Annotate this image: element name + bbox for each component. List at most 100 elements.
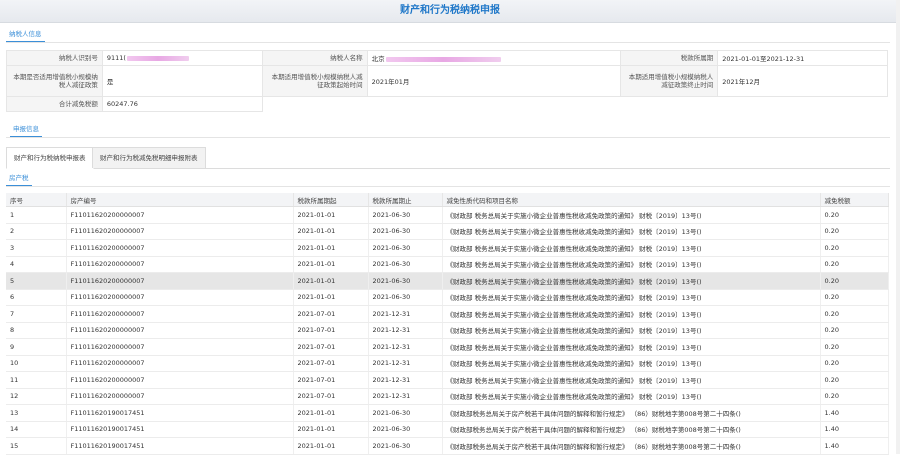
cell-period-end: 2021-06-30 xyxy=(368,256,443,273)
cell-seq: 13 xyxy=(6,404,67,422)
cell-relief-amount: 1.40 xyxy=(820,437,889,455)
cell-relief-amount: 0.20 xyxy=(820,206,889,224)
section-tab-taxpayer-info[interactable]: 纳税人信息 xyxy=(6,27,45,42)
section-divider xyxy=(6,137,890,138)
cell-property-id: F11011620190017451 xyxy=(66,404,294,422)
cell-relief-code: 《财政部 税务总局关于实施小微企业普惠性税收减免政策的通知》 财税〔2019〕1… xyxy=(442,338,821,356)
cell-relief-amount: 0.20 xyxy=(820,388,889,405)
cell-period-start: 2021-01-01 xyxy=(293,289,369,306)
col-header-seq[interactable]: 序号 xyxy=(6,193,67,207)
taxpayer-name-value: 北京 xyxy=(366,50,622,66)
cell-relief-amount: 0.20 xyxy=(820,272,889,290)
cell-period-end: 2021-06-30 xyxy=(368,404,443,422)
cell-relief-code: 《财政部税务总局关于房产税若干具体问题的解释和暂行规定》 （86）财税地字第00… xyxy=(442,404,821,422)
col-header-property-id[interactable]: 房产编号 xyxy=(66,193,294,207)
total-relief-label: 合计减免税额 xyxy=(6,96,103,112)
cell-relief-code: 《财政部 税务总局关于实施小微企业普惠性税收减免政策的通知》 财税〔2019〕1… xyxy=(442,322,821,339)
relief-detail-table: 序号 房产编号 税款所属期起 税款所属期止 减免性质代码和项目名称 减免税额 1… xyxy=(6,193,889,455)
taxpayer-info-form: 纳税人识别号 9111( 纳税人名称 北京 税款所属期 2021-01-01至2… xyxy=(6,50,888,112)
cell-property-id: F11011620200000007 xyxy=(66,289,294,306)
small-scale-policy-value: 是 xyxy=(101,65,263,97)
table-row[interactable]: 2 F11011620200000007 2021-01-01 2021-06-30 《… xyxy=(6,223,889,240)
cell-seq: 9 xyxy=(6,338,67,356)
cell-property-id: F11011620200000007 xyxy=(66,371,294,389)
cell-period-start: 2021-07-01 xyxy=(293,338,369,356)
table-row[interactable]: 6 F11011620200000007 2021-01-01 2021-06-30 《… xyxy=(6,289,889,306)
cell-seq: 6 xyxy=(6,289,67,306)
cell-relief-amount: 0.20 xyxy=(820,355,889,372)
cell-relief-amount: 0.20 xyxy=(820,239,889,257)
cell-period-end: 2021-06-30 xyxy=(368,239,443,257)
cell-relief-code: 《财政部 税务总局关于实施小微企业普惠性税收减免政策的通知》 财税〔2019〕1… xyxy=(442,355,821,372)
cell-property-id: F11011620200000007 xyxy=(66,206,294,224)
cell-relief-code: 《财政部 税务总局关于实施小微企业普惠性税收减免政策的通知》 财税〔2019〕1… xyxy=(442,305,821,323)
cell-relief-code: 《财政部 税务总局关于实施小微企业普惠性税收减免政策的通知》 财税〔2019〕1… xyxy=(442,206,821,224)
section-divider xyxy=(6,186,890,187)
table-row[interactable]: 12 F11011620200000007 2021-07-01 2021-12-31… xyxy=(6,388,889,405)
cell-period-end: 2021-06-30 xyxy=(368,206,443,224)
taxpayer-id-label: 纳税人识别号 xyxy=(6,50,103,66)
table-row[interactable]: 8 F11011620200000007 2021-07-01 2021-12-31 《… xyxy=(6,322,889,339)
cell-period-start: 2021-07-01 xyxy=(293,388,369,405)
cell-property-id: F11011620200000007 xyxy=(66,388,294,405)
table-row[interactable]: 15 F11011620190017451 2021-01-01 2021-06-30… xyxy=(6,437,889,455)
table-row[interactable]: 1 F11011620200000007 2021-01-01 2021-06-30 《… xyxy=(6,206,889,224)
cell-relief-code: 《财政部 税务总局关于实施小微企业普惠性税收减免政策的通知》 财税〔2019〕1… xyxy=(442,256,821,273)
page-title: 财产和行为税纳税申报 xyxy=(0,0,900,23)
col-header-relief-code[interactable]: 减免性质代码和项目名称 xyxy=(442,193,821,207)
cell-period-start: 2021-07-01 xyxy=(293,305,369,323)
masked-text xyxy=(126,55,189,61)
vertical-scrollbar[interactable] xyxy=(896,0,900,454)
policy-end-label: 本期适用增值税小规模纳税人减征政策终止时间 xyxy=(620,65,719,97)
cell-relief-amount: 0.20 xyxy=(820,223,889,240)
cell-relief-code: 《财政部 税务总局关于实施小微企业普惠性税收减免政策的通知》 财税〔2019〕1… xyxy=(442,289,821,306)
cell-period-start: 2021-01-01 xyxy=(293,223,369,240)
cell-seq: 2 xyxy=(6,223,67,240)
table-row[interactable]: 3 F11011620200000007 2021-01-01 2021-06-30 《… xyxy=(6,239,889,257)
cell-relief-code: 《财政部 税务总局关于实施小微企业普惠性税收减免政策的通知》 财税〔2019〕1… xyxy=(442,223,821,240)
taxpayer-name-label: 纳税人名称 xyxy=(261,50,368,66)
cell-property-id: F11011620200000007 xyxy=(66,223,294,240)
col-header-period-end[interactable]: 税款所属期止 xyxy=(368,193,443,207)
cell-seq: 4 xyxy=(6,256,67,273)
cell-period-end: 2021-12-31 xyxy=(368,371,443,389)
total-relief-value: 60247.76 xyxy=(101,96,263,112)
table-row[interactable]: 9 F11011620200000007 2021-07-01 2021-12-31 《… xyxy=(6,338,889,356)
table-row[interactable]: 5 F11011620200000007 2021-01-01 2021-06-30 《… xyxy=(6,272,889,290)
table-row[interactable]: 14 F11011620190017451 2021-01-01 2021-06-30… xyxy=(6,421,889,438)
cell-relief-amount: 0.20 xyxy=(820,305,889,323)
cell-seq: 5 xyxy=(6,272,67,290)
cell-period-end: 2021-06-30 xyxy=(368,223,443,240)
cell-relief-code: 《财政部 税务总局关于实施小微企业普惠性税收减免政策的通知》 财税〔2019〕1… xyxy=(442,272,821,290)
cell-relief-code: 《财政部税务总局关于房产税若干具体问题的解释和暂行规定》 （86）财税地字第00… xyxy=(442,421,821,438)
tab-main-report[interactable]: 财产和行为税纳税申报表 xyxy=(6,147,94,169)
table-row[interactable]: 7 F11011620200000007 2021-07-01 2021-12-31 《… xyxy=(6,305,889,323)
cell-period-start: 2021-01-01 xyxy=(293,272,369,290)
cell-seq: 11 xyxy=(6,371,67,389)
table-row[interactable]: 11 F11011620200000007 2021-07-01 2021-12-31… xyxy=(6,371,889,389)
small-scale-policy-label: 本期是否适用增值税小规模纳税人减征政策 xyxy=(6,65,103,97)
cell-seq: 8 xyxy=(6,322,67,339)
table-header-row: 序号 房产编号 税款所属期起 税款所属期止 减免性质代码和项目名称 减免税额 xyxy=(6,193,889,207)
sub-tab-property-tax[interactable]: 房产税 xyxy=(6,171,32,186)
col-header-period-start[interactable]: 税款所属期起 xyxy=(293,193,369,207)
cell-seq: 14 xyxy=(6,421,67,438)
cell-period-start: 2021-01-01 xyxy=(293,437,369,455)
cell-seq: 1 xyxy=(6,206,67,224)
cell-property-id: F11011620190017451 xyxy=(66,421,294,438)
cell-period-start: 2021-07-01 xyxy=(293,322,369,339)
cell-property-id: F11011620200000007 xyxy=(66,256,294,273)
col-header-relief-amount[interactable]: 减免税额 xyxy=(820,193,889,207)
section-tab-declare-info[interactable]: 申报信息 xyxy=(10,122,42,137)
cell-property-id: F11011620200000007 xyxy=(66,272,294,290)
table-row[interactable]: 4 F11011620200000007 2021-01-01 2021-06-30 《… xyxy=(6,256,889,273)
cell-period-end: 2021-06-30 xyxy=(368,437,443,455)
cell-period-end: 2021-06-30 xyxy=(368,421,443,438)
cell-seq: 10 xyxy=(6,355,67,372)
masked-text xyxy=(385,56,501,62)
cell-relief-amount: 0.20 xyxy=(820,338,889,356)
tab-relief-detail[interactable]: 财产和行为税减免税明细申报附表 xyxy=(92,147,206,168)
table-row[interactable]: 10 F11011620200000007 2021-07-01 2021-12-31… xyxy=(6,355,889,372)
table-row[interactable]: 13 F11011620190017451 2021-01-01 2021-06-30… xyxy=(6,404,889,422)
policy-start-label: 本期适用增值税小规模纳税人减征政策起始时间 xyxy=(261,65,368,97)
